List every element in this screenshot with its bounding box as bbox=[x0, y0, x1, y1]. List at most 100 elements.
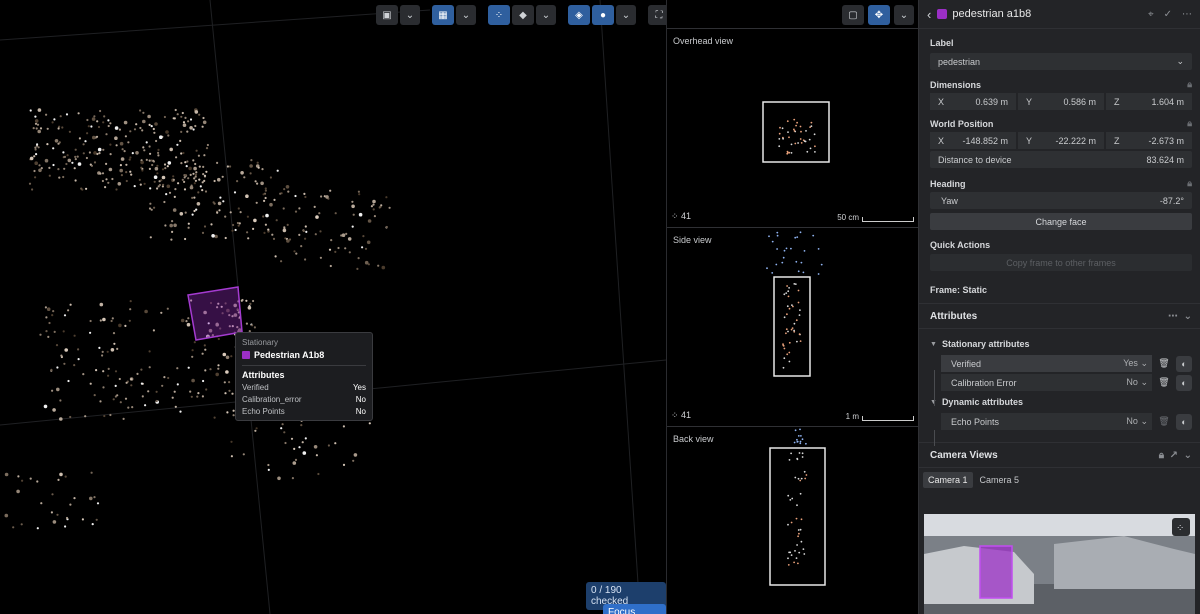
chevron-down-icon[interactable]: ⌄ bbox=[1184, 450, 1192, 461]
attribute-select[interactable]: Echo Points No ⌄ bbox=[941, 413, 1152, 430]
lock-icon[interactable]: 🔒︎ bbox=[1187, 118, 1192, 129]
point bbox=[795, 260, 798, 263]
trash-icon[interactable]: 🗑︎ bbox=[1156, 375, 1172, 391]
point bbox=[180, 115, 183, 118]
point bbox=[73, 167, 76, 170]
side-view[interactable]: Side view ⁘ 41 1 m bbox=[667, 227, 918, 425]
camera-views-header[interactable]: Camera Views 🔒︎ ↗ ⌄ bbox=[919, 442, 1200, 468]
point bbox=[74, 179, 77, 182]
more-icon[interactable]: ⋯ bbox=[1182, 9, 1192, 20]
change-face-button[interactable]: Change face bbox=[930, 213, 1192, 230]
point bbox=[93, 161, 97, 164]
attribute-select[interactable]: Verified Yes ⌄ bbox=[941, 355, 1152, 372]
palette-icon[interactable]: ◐ bbox=[1176, 374, 1192, 391]
point bbox=[788, 360, 791, 363]
point bbox=[57, 478, 60, 481]
point bbox=[163, 163, 167, 166]
lock-icon[interactable]: 🔒︎ bbox=[1187, 178, 1192, 189]
point bbox=[284, 441, 287, 445]
chevron-down-icon[interactable]: ⌄ bbox=[616, 5, 636, 25]
point bbox=[69, 415, 72, 419]
point bbox=[48, 166, 51, 169]
point bbox=[153, 180, 156, 183]
point bbox=[162, 183, 165, 186]
point bbox=[301, 441, 304, 444]
point bbox=[782, 137, 784, 140]
3d-viewport[interactable]: ▣ ⌄ ▦ ⌄ ⁘ ◆ ⌄ ◈ ● ⌄ ⛶ Stationary Pedestr… bbox=[0, 0, 666, 614]
point bbox=[108, 167, 113, 172]
tab-camera-5[interactable]: Camera 5 bbox=[975, 472, 1025, 488]
lock-icon[interactable]: 🔒︎ bbox=[1159, 450, 1164, 461]
dim-z-field[interactable]: Z 1.604 m bbox=[1106, 93, 1192, 110]
pos-y-field[interactable]: Y -22.222 m bbox=[1018, 132, 1104, 149]
camera-icon[interactable]: ▣ bbox=[376, 5, 398, 25]
point bbox=[51, 493, 54, 496]
point bbox=[176, 367, 179, 370]
fullscreen-icon[interactable]: ⛶ bbox=[648, 5, 666, 25]
point bbox=[352, 213, 355, 216]
point bbox=[183, 188, 187, 191]
layers-icon[interactable]: ◈ bbox=[568, 5, 590, 25]
overhead-view[interactable]: Overhead view ⁘ 41 50 cm bbox=[667, 28, 918, 226]
point bbox=[358, 212, 363, 217]
chevron-down-icon[interactable]: ⌄ bbox=[456, 5, 476, 25]
target-icon[interactable]: ⌖ bbox=[1148, 9, 1154, 20]
palette-icon[interactable]: ◐ bbox=[1176, 355, 1192, 372]
point bbox=[96, 120, 99, 123]
attributes-header[interactable]: Attributes ⋯ ⌄ bbox=[919, 303, 1200, 329]
point bbox=[97, 147, 102, 152]
chevron-down-icon[interactable]: ⌄ bbox=[400, 5, 420, 25]
stationary-group-title[interactable]: ▼ Stationary attributes bbox=[919, 337, 1200, 351]
check-icon[interactable]: ✓ bbox=[1164, 9, 1172, 20]
point bbox=[776, 234, 779, 237]
point bbox=[255, 427, 258, 430]
circle-icon[interactable]: ● bbox=[592, 5, 614, 25]
layout-icon[interactable]: ▦ bbox=[432, 5, 454, 25]
attribute-name: Verified bbox=[951, 358, 982, 369]
yaw-field[interactable]: Yaw -87.2° bbox=[930, 192, 1192, 209]
points-icon[interactable]: ⁘ bbox=[488, 5, 510, 25]
point bbox=[107, 181, 110, 184]
point bbox=[98, 152, 101, 155]
point bbox=[4, 513, 9, 518]
palette-icon[interactable]: ◐ bbox=[1176, 413, 1192, 430]
camera-image[interactable]: ⁘ bbox=[924, 514, 1195, 614]
dim-y-field[interactable]: Y 0.586 m bbox=[1018, 93, 1104, 110]
attribute-select[interactable]: Calibration Error No ⌄ bbox=[941, 374, 1152, 391]
point bbox=[187, 366, 190, 369]
point bbox=[118, 323, 122, 328]
pos-x-field[interactable]: X -148.852 m bbox=[930, 132, 1016, 149]
dim-x-field[interactable]: X 0.639 m bbox=[930, 93, 1016, 110]
point bbox=[66, 154, 69, 157]
point bbox=[46, 307, 51, 312]
trash-icon[interactable]: 🗑︎ bbox=[1156, 356, 1172, 372]
point bbox=[202, 379, 205, 383]
trash-icon[interactable]: 🗑︎ bbox=[1156, 414, 1172, 430]
label-select[interactable]: pedestrian ⌄ bbox=[930, 53, 1192, 70]
dynamic-group-title[interactable]: ▼Dynamic attributes bbox=[919, 395, 1200, 409]
chevron-down-icon[interactable]: ⌄ bbox=[1184, 311, 1192, 322]
tag-icon[interactable]: ◆ bbox=[512, 5, 534, 25]
point bbox=[156, 164, 159, 167]
chevron-down-icon[interactable]: ⌄ bbox=[536, 5, 556, 25]
point bbox=[292, 461, 297, 465]
point bbox=[377, 264, 380, 267]
point bbox=[264, 223, 267, 226]
move-icon[interactable]: ✥ bbox=[868, 5, 890, 25]
tab-camera-1[interactable]: Camera 1 bbox=[923, 472, 973, 488]
back-icon[interactable]: ‹ bbox=[927, 7, 931, 22]
point bbox=[4, 472, 9, 477]
back-view[interactable]: Back view bbox=[667, 426, 918, 614]
focus-mode-button[interactable]: Focus mode bbox=[603, 604, 666, 614]
point bbox=[198, 178, 201, 181]
more-icon[interactable]: ⋯ bbox=[1168, 311, 1178, 322]
point bbox=[195, 171, 198, 174]
point bbox=[795, 517, 798, 520]
pos-z-field[interactable]: Z -2.673 m bbox=[1106, 132, 1192, 149]
point bbox=[141, 129, 144, 132]
external-link-icon[interactable]: ↗ bbox=[1170, 450, 1178, 461]
lock-icon[interactable]: 🔒︎ bbox=[1187, 79, 1192, 90]
frame-icon[interactable]: ▢ bbox=[842, 5, 864, 25]
chevron-down-icon[interactable]: ⌄ bbox=[894, 5, 914, 25]
copy-frame-button[interactable]: Copy frame to other frames bbox=[930, 254, 1192, 271]
